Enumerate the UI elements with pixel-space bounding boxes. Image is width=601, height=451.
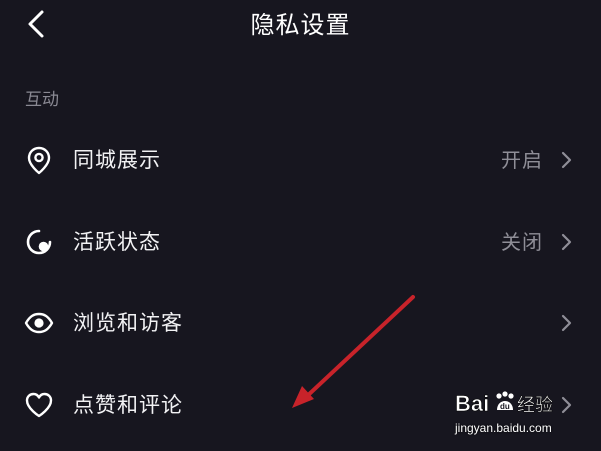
active-status-icon [26, 229, 52, 255]
svg-text:Bai: Bai [455, 391, 489, 416]
baidu-jingyan-watermark: Bai du 经验 jingyan.baidu.com [455, 388, 567, 438]
privacy-settings-screen: 隐私设置 互动 同城展示 开启 活跃状态 关闭 浏览和访客 点赞和评论 Bai … [0, 0, 601, 451]
setting-row-label: 同城展示 [73, 148, 161, 172]
setting-row-label: 活跃状态 [73, 230, 161, 254]
setting-row-label: 浏览和访客 [73, 311, 183, 335]
page-title: 隐私设置 [250, 11, 351, 39]
chevron-right-icon [561, 151, 572, 169]
watermark-url: jingyan.baidu.com [455, 421, 552, 435]
section-label-interaction: 互动 [25, 90, 59, 110]
heart-icon [25, 392, 53, 418]
chevron-right-icon [561, 233, 572, 251]
setting-row-value: 关闭 [501, 230, 543, 254]
setting-row-browse-visitors[interactable]: 浏览和访客 [0, 283, 601, 363]
baidu-logo-icon: Bai du 经验 [455, 391, 553, 417]
chevron-right-icon [561, 314, 572, 332]
setting-row-active-status[interactable]: 活跃状态 关闭 [0, 202, 601, 282]
svg-text:经验: 经验 [517, 395, 553, 416]
setting-row-label: 点赞和评论 [73, 393, 183, 417]
setting-row-local-display[interactable]: 同城展示 开启 [0, 120, 601, 200]
eye-icon [24, 312, 54, 334]
setting-row-value: 开启 [501, 148, 543, 172]
svg-text:du: du [500, 402, 510, 411]
location-pin-icon [27, 146, 51, 175]
